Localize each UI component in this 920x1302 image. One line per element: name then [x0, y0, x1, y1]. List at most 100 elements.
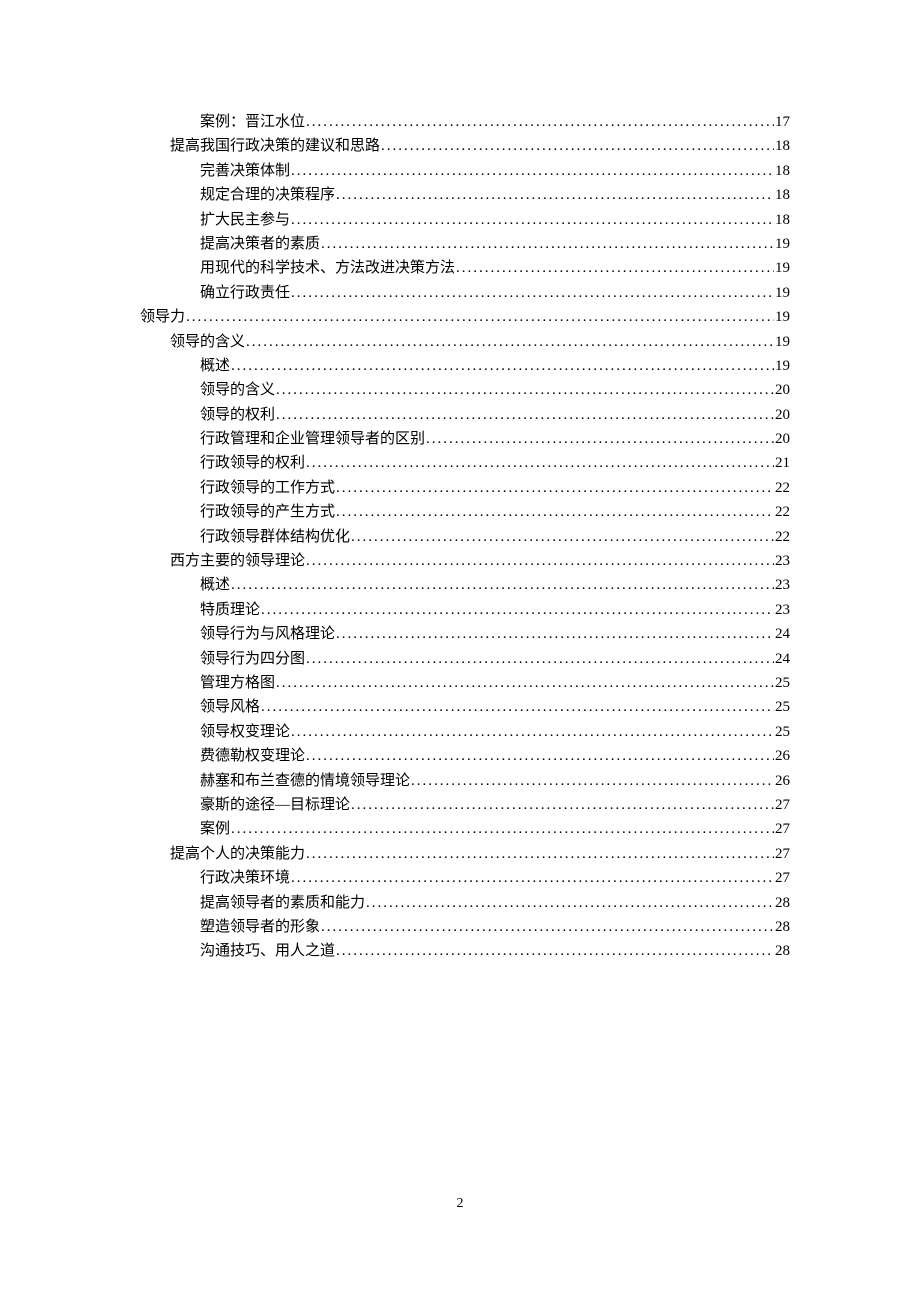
- toc-entry[interactable]: 特质理论....................................…: [140, 598, 790, 622]
- toc-entry[interactable]: 领导行为与风格理论...............................…: [140, 622, 790, 646]
- toc-entry-page: 27: [775, 866, 790, 890]
- toc-entry-page: 22: [775, 500, 790, 524]
- toc-entry-page: 27: [775, 842, 790, 866]
- toc-entry[interactable]: 行政决策环境..................................…: [140, 866, 790, 890]
- toc-entry[interactable]: 行政领导群体结构优化..............................…: [140, 525, 790, 549]
- toc-leader-dots: ........................................…: [306, 549, 774, 573]
- toc-leader-dots: ........................................…: [291, 208, 774, 232]
- toc-entry-title: 费德勒权变理论: [200, 744, 305, 768]
- toc-entry[interactable]: 行政领导的工作方式...............................…: [140, 476, 790, 500]
- toc-entry-title: 领导力: [140, 305, 185, 329]
- toc-entry[interactable]: 确立行政责任..................................…: [140, 281, 790, 305]
- toc-entry[interactable]: 领导的权利...................................…: [140, 403, 790, 427]
- toc-entry-title: 塑造领导者的形象: [200, 915, 320, 939]
- toc-entry[interactable]: 行政管理和企业管理领导者的区别.........................…: [140, 427, 790, 451]
- toc-entry[interactable]: 扩大民主参与..................................…: [140, 208, 790, 232]
- toc-entry-title: 案例: [200, 817, 230, 841]
- toc-entry-page: 25: [775, 720, 790, 744]
- toc-entry[interactable]: 领导权变理论..................................…: [140, 720, 790, 744]
- toc-leader-dots: ........................................…: [336, 622, 774, 646]
- toc-leader-dots: ........................................…: [306, 110, 774, 134]
- toc-entry-title: 领导行为四分图: [200, 647, 305, 671]
- toc-leader-dots: ........................................…: [321, 915, 774, 939]
- toc-entry[interactable]: 领导风格....................................…: [140, 695, 790, 719]
- toc-leader-dots: ........................................…: [366, 891, 774, 915]
- toc-entry-title: 扩大民主参与: [200, 208, 290, 232]
- toc-entry-page: 24: [775, 622, 790, 646]
- toc-leader-dots: ........................................…: [321, 232, 774, 256]
- toc-entry[interactable]: 行政领导的产生方式...............................…: [140, 500, 790, 524]
- toc-leader-dots: ........................................…: [291, 159, 774, 183]
- toc-entry-page: 23: [775, 598, 790, 622]
- toc-entry-title: 提高决策者的素质: [200, 232, 320, 256]
- toc-entry-page: 20: [775, 403, 790, 427]
- toc-entry-title: 行政领导的工作方式: [200, 476, 335, 500]
- toc-entry-page: 18: [775, 159, 790, 183]
- toc-entry[interactable]: 规定合理的决策程序...............................…: [140, 183, 790, 207]
- toc-leader-dots: ........................................…: [276, 403, 774, 427]
- toc-leader-dots: ........................................…: [291, 866, 774, 890]
- toc-entry[interactable]: 提高我国行政决策的建议和思路..........................…: [140, 134, 790, 158]
- toc-entry-page: 24: [775, 647, 790, 671]
- toc-entry[interactable]: 领导力.....................................…: [140, 305, 790, 329]
- toc-entry[interactable]: 概述......................................…: [140, 354, 790, 378]
- toc-entry-page: 27: [775, 793, 790, 817]
- toc-entry-page: 19: [775, 256, 790, 280]
- toc-entry[interactable]: 管理方格图...................................…: [140, 671, 790, 695]
- toc-entry-page: 19: [775, 354, 790, 378]
- toc-entry[interactable]: 领导的含义...................................…: [140, 378, 790, 402]
- toc-entry-title: 完善决策体制: [200, 159, 290, 183]
- toc-entry-title: 概述: [200, 354, 230, 378]
- toc-entry[interactable]: 用现代的科学技术、方法改进决策方法.......................…: [140, 256, 790, 280]
- toc-entry-title: 赫塞和布兰查德的情境领导理论: [200, 769, 410, 793]
- toc-entry[interactable]: 案例：晋江水位.................................…: [140, 110, 790, 134]
- toc-entry-page: 25: [775, 671, 790, 695]
- toc-entry[interactable]: 领导的含义...................................…: [140, 330, 790, 354]
- toc-entry[interactable]: 行政领导的权利.................................…: [140, 451, 790, 475]
- toc-entry-title: 领导的权利: [200, 403, 275, 427]
- toc-leader-dots: ........................................…: [306, 451, 774, 475]
- toc-entry-page: 19: [775, 330, 790, 354]
- toc-entry[interactable]: 豪斯的途径—目标理论..............................…: [140, 793, 790, 817]
- toc-entry-title: 特质理论: [200, 598, 260, 622]
- toc-entry[interactable]: 西方主要的领导理论...............................…: [140, 549, 790, 573]
- toc-entry-page: 20: [775, 378, 790, 402]
- toc-entry[interactable]: 沟通技巧、用人之道...............................…: [140, 939, 790, 963]
- toc-entry[interactable]: 塑造领导者的形象................................…: [140, 915, 790, 939]
- toc-leader-dots: ........................................…: [276, 671, 774, 695]
- toc-entry[interactable]: 案例......................................…: [140, 817, 790, 841]
- toc-entry[interactable]: 费德勒权变理论.................................…: [140, 744, 790, 768]
- table-of-contents: 案例：晋江水位.................................…: [140, 110, 790, 964]
- toc-leader-dots: ........................................…: [261, 598, 774, 622]
- toc-entry-page: 18: [775, 134, 790, 158]
- toc-leader-dots: ........................................…: [336, 939, 774, 963]
- toc-entry-page: 18: [775, 208, 790, 232]
- toc-leader-dots: ........................................…: [306, 647, 774, 671]
- toc-entry-page: 26: [775, 744, 790, 768]
- toc-leader-dots: ........................................…: [231, 817, 774, 841]
- toc-entry-page: 28: [775, 891, 790, 915]
- toc-entry-page: 28: [775, 915, 790, 939]
- toc-entry[interactable]: 提高领导者的素质和能力.............................…: [140, 891, 790, 915]
- toc-entry[interactable]: 完善决策体制..................................…: [140, 159, 790, 183]
- toc-entry-page: 21: [775, 451, 790, 475]
- toc-entry[interactable]: 提高决策者的素质................................…: [140, 232, 790, 256]
- toc-leader-dots: ........................................…: [261, 695, 774, 719]
- toc-leader-dots: ........................................…: [426, 427, 774, 451]
- toc-entry-page: 17: [775, 110, 790, 134]
- toc-entry[interactable]: 提高个人的决策能力...............................…: [140, 842, 790, 866]
- toc-entry[interactable]: 领导行为四分图.................................…: [140, 647, 790, 671]
- toc-entry-page: 20: [775, 427, 790, 451]
- toc-leader-dots: ........................................…: [351, 525, 774, 549]
- toc-entry-title: 案例：晋江水位: [200, 110, 305, 134]
- toc-entry[interactable]: 概述......................................…: [140, 573, 790, 597]
- toc-entry-title: 西方主要的领导理论: [170, 549, 305, 573]
- toc-entry-title: 概述: [200, 573, 230, 597]
- toc-entry-title: 行政领导的产生方式: [200, 500, 335, 524]
- toc-entry-page: 19: [775, 232, 790, 256]
- toc-entry-title: 沟通技巧、用人之道: [200, 939, 335, 963]
- toc-entry[interactable]: 赫塞和布兰查德的情境领导理论..........................…: [140, 769, 790, 793]
- toc-entry-page: 22: [775, 525, 790, 549]
- toc-entry-page: 23: [775, 573, 790, 597]
- toc-entry-title: 行政领导群体结构优化: [200, 525, 350, 549]
